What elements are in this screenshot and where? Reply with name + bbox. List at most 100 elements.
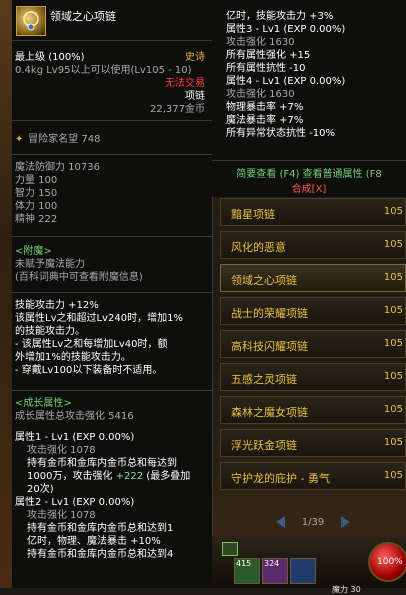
- growth-title: <成长属性>: [15, 398, 72, 409]
- enchant-title: <附魔>: [15, 246, 52, 257]
- necklace-level: 105: [383, 404, 403, 415]
- fame-icon: ✦: [15, 134, 24, 145]
- necklace-list-item[interactable]: 战士的荣耀项链 105: [220, 297, 406, 325]
- grade-row: 最上级 (100%) 史诗: [15, 51, 209, 64]
- tooltip-line: 攻击强化 1630: [226, 37, 295, 48]
- next-page-icon[interactable]: [341, 516, 351, 528]
- tooltip-line: 亿时，技能攻击力 +3%: [226, 11, 334, 22]
- tooltip-line: 属性3 - Lv1 (EXP 0.00%): [226, 24, 346, 35]
- necklace-list-item[interactable]: 风化的恶意 105: [220, 231, 406, 259]
- type-row: 项链: [15, 90, 209, 103]
- game-background-left: [0, 0, 12, 588]
- skill-line: - 穿戴Lv100以下装备时不适用。: [15, 365, 163, 376]
- growth-section: <成长属性> 成长属性总攻击强化 5416 属性1 - Lv1 (EXP 0.0…: [12, 391, 212, 561]
- growth-attr1-text: 1000万，攻击强化: [27, 471, 116, 482]
- stat-str: 力量 100: [15, 175, 58, 186]
- necklace-list-item[interactable]: 高科技闪耀项链 105: [220, 330, 406, 358]
- necklace-name: 领域之心项链: [231, 274, 297, 287]
- fame-text: 冒险家名望 748: [28, 134, 101, 145]
- slot-count: 324: [264, 559, 280, 568]
- fame-row: ✦ 冒险家名望 748: [15, 133, 209, 146]
- growth-attr1-value: +222: [115, 471, 144, 482]
- stat-int: 智力 150: [15, 188, 58, 199]
- growth-attr2-line: 持有金币和金库内金币总和达到1: [27, 523, 174, 534]
- necklace-level: 105: [383, 437, 403, 448]
- req-row: 0.4kg Lv95以上可以使用(Lv105 - 10): [15, 64, 209, 77]
- compare-hint: 简要查看 (F4) 查看普通属性 (F8 合成[X]: [212, 161, 406, 197]
- hotbar-slot[interactable]: 324: [262, 558, 288, 584]
- necklace-name: 风化的恶意: [231, 241, 286, 254]
- weight: 0.4kg: [15, 65, 44, 76]
- tooltip-continuation: 亿时，技能攻击力 +3% 属性3 - Lv1 (EXP 0.00%) 攻击强化 16…: [212, 0, 406, 161]
- buff-icon: [222, 542, 238, 556]
- pager: 1/39: [220, 512, 406, 534]
- tooltip-line: 所有属性抗性 -10: [226, 63, 306, 74]
- level-requirement: Lv95以上可以使用(Lv105 - 10): [46, 65, 192, 76]
- necklace-list-item[interactable]: 守护龙的庇护 - 勇气 105: [220, 462, 406, 490]
- item-price: 22,377金币: [150, 104, 205, 115]
- skill-line: 该属性Lv之和超过Lv240时，增加1%: [15, 313, 183, 324]
- necklace-level: 105: [383, 206, 403, 217]
- necklace-list-item[interactable]: 领域之心项链 105: [220, 264, 406, 292]
- growth-attr1-title: 属性1 - Lv1 (EXP 0.00%): [15, 432, 135, 443]
- mana-text: 魔力 30: [332, 585, 361, 594]
- skill-line: 的技能攻击力。: [15, 326, 85, 337]
- necklace-icon: [16, 6, 46, 36]
- skill-line: - 该属性Lv之和每增加Lv40时，额: [15, 339, 168, 350]
- compare-keys-hint: 简要查看 (F4) 查看普通属性 (F8: [236, 169, 382, 180]
- rarity-label: 史诗: [185, 52, 205, 63]
- necklace-name: 守护龙的庇护 - 勇气: [231, 472, 330, 485]
- synthesize-hint[interactable]: 合成[X]: [212, 180, 406, 195]
- growth-attr1-line: 1000万，攻击强化 +222 (最多叠加: [15, 470, 209, 483]
- item-name: 领域之心项链: [50, 10, 116, 23]
- skill-line: 技能攻击力 +12%: [15, 300, 99, 311]
- growth-total: 成长属性总攻击强化 5416: [15, 411, 134, 422]
- tooltip-line: 所有属性强化 +15: [226, 50, 311, 61]
- necklace-list-item[interactable]: 黯星项链 105: [220, 198, 406, 226]
- hp-percent: 100%: [377, 557, 403, 567]
- necklace-list-item[interactable]: 森林之魔女项链 105: [220, 396, 406, 424]
- item-type: 项链: [185, 91, 205, 102]
- tooltip-line: 所有异常状态抗性 -10%: [226, 128, 336, 139]
- page-indicator: 1/39: [301, 517, 325, 528]
- necklace-name: 战士的荣耀项链: [231, 307, 308, 320]
- necklace-name: 森林之魔女项链: [231, 406, 308, 419]
- necklace-level: 105: [383, 470, 403, 481]
- tooltip-line: 物理暴击率 +7%: [226, 102, 304, 113]
- hotbar: 415 324 100% 魔力 30: [212, 536, 406, 594]
- tooltip-line: 魔法暴击率 +7%: [226, 115, 304, 126]
- necklace-name: 高科技闪耀项链: [231, 340, 308, 353]
- growth-attr1-line: 20次): [27, 484, 54, 495]
- necklace-level: 105: [383, 371, 403, 382]
- tooltip-line: 攻击强化 1630: [226, 89, 295, 100]
- necklace-level: 105: [383, 239, 403, 250]
- growth-attr2-atk: 攻击强化 1078: [27, 510, 96, 521]
- tooltip-line: 属性4 - Lv1 (EXP 0.00%): [226, 76, 346, 87]
- necklace-level: 105: [383, 305, 403, 316]
- skill-section: 技能攻击力 +12% 该属性Lv之和超过Lv240时，增加1% 的技能攻击力。 …: [12, 293, 212, 391]
- fame-section: ✦ 冒险家名望 748: [12, 121, 212, 155]
- growth-attr1-line: 持有金币和金库内金币总和每达到: [27, 458, 177, 469]
- necklace-level: 105: [383, 272, 403, 283]
- prev-page-icon[interactable]: [275, 516, 285, 528]
- item-tooltip: 领域之心项链 最上级 (100%) 史诗 0.4kg Lv95以上可以使用(Lv…: [12, 0, 213, 588]
- necklace-list: 黯星项链 105 风化的恶意 105 领域之心项链 105 战士的荣耀项链 105 高科技闪耀项…: [220, 198, 406, 495]
- growth-attr1-atk: 攻击强化 1078: [27, 445, 96, 456]
- growth-attr2-title: 属性2 - Lv1 (EXP 0.00%): [15, 497, 135, 508]
- necklace-name: 浮光跃金项链: [231, 439, 297, 452]
- growth-attr2-line: 亿时，物理、魔法暴击 +10%: [27, 536, 161, 547]
- necklace-list-item[interactable]: 五感之灵项链 105: [220, 363, 406, 391]
- stat-spr: 精神 222: [15, 214, 58, 225]
- growth-attr2-line: 持有金币和金库内金币总和达到4: [27, 549, 174, 560]
- stat-magic-def: 魔法防御力 10736: [15, 162, 100, 173]
- hotbar-slot[interactable]: [290, 558, 316, 584]
- hp-orb: 100%: [368, 542, 406, 582]
- right-panel: 亿时，技能攻击力 +3% 属性3 - Lv1 (EXP 0.00%) 攻击强化 16…: [212, 0, 406, 594]
- necklace-name: 黯星项链: [231, 208, 275, 221]
- hotbar-slot[interactable]: 415: [234, 558, 260, 584]
- necklace-level: 105: [383, 338, 403, 349]
- necklace-list-item[interactable]: 浮光跃金项链 105: [220, 429, 406, 457]
- enchant-line2: (百科词典中可查看附魔信息): [15, 272, 143, 283]
- trade-row: 无法交易: [15, 77, 209, 90]
- trade-status: 无法交易: [165, 78, 205, 89]
